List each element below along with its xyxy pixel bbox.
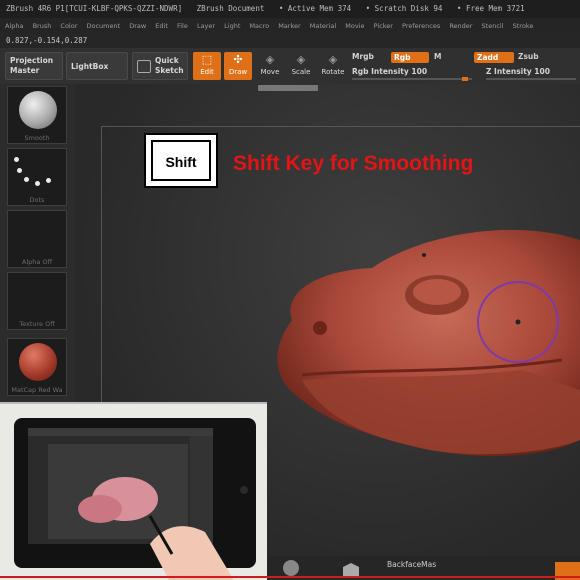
matcap-icon — [19, 343, 57, 381]
toolbar: Projection Master LightBox Quick Sketch … — [0, 48, 580, 84]
tablet-photo — [14, 418, 256, 580]
eyelid — [413, 279, 461, 305]
menu-brush[interactable]: Brush — [33, 22, 52, 30]
tablet-screen-toolbar — [28, 428, 213, 436]
draw-button[interactable]: ✣ Draw — [224, 52, 252, 80]
rotate-icon: ◈ — [328, 53, 338, 66]
scale-icon: ◈ — [296, 53, 306, 66]
menu-file[interactable]: File — [177, 22, 188, 30]
left-tray: Smooth Dots Alpha Off Texture Off MatCap… — [0, 84, 75, 404]
menu-material[interactable]: Material — [310, 22, 336, 30]
material-caption: MatCap Red Wa — [11, 386, 63, 394]
move-icon: ◈ — [265, 53, 275, 66]
quick-sketch-button[interactable]: Quick Sketch — [132, 52, 188, 80]
rgb-intensity-knob[interactable] — [462, 77, 468, 81]
quick-label-2: Sketch — [155, 66, 184, 75]
menu-light[interactable]: Light — [224, 22, 240, 30]
projection-master-button[interactable]: Projection Master — [5, 52, 63, 80]
progress-line — [0, 576, 580, 578]
brush-cursor-center — [515, 319, 521, 325]
menu-preferences[interactable]: Preferences — [402, 22, 440, 30]
scroll-handle[interactable] — [258, 85, 318, 91]
projection-label-1: Projection — [10, 56, 54, 65]
shift-key-graphic: Shift — [144, 133, 218, 188]
menu-movie[interactable]: Movie — [345, 22, 364, 30]
menu-picker[interactable]: Picker — [374, 22, 393, 30]
shift-caption: Shift Key for Smoothing — [233, 152, 474, 175]
zsub-toggle[interactable]: Zsub — [518, 52, 539, 61]
scratch-disk: • Scratch Disk 94 — [365, 4, 443, 13]
texture-thumbnail[interactable]: Texture Off — [7, 272, 67, 330]
zadd-toggle[interactable]: Zadd — [474, 52, 514, 63]
rotate-button[interactable]: ◈ Rotate — [319, 52, 347, 80]
shift-key-inner: Shift — [151, 140, 211, 181]
backface-mask-button[interactable]: BackfaceMas — [387, 560, 436, 569]
projection-label-2: Master — [10, 66, 40, 75]
draw-icon: ✣ — [233, 53, 243, 66]
edit-button[interactable]: ⬚ Edit — [193, 52, 221, 80]
sketch-icon — [137, 60, 151, 73]
move-label: Move — [260, 68, 280, 76]
free-mem: • Free Mem 3721 — [456, 4, 525, 13]
active-mem: • Active Mem 374 — [278, 4, 352, 13]
move-button[interactable]: ◈ Move — [256, 52, 284, 80]
brush-thumbnail[interactable]: Smooth — [7, 86, 67, 144]
menu-bar: Alpha Brush Color Document Draw Edit Fil… — [0, 18, 580, 34]
menu-stroke[interactable]: Stroke — [513, 22, 534, 30]
texture-caption: Texture Off — [19, 320, 55, 328]
m-toggle[interactable]: M — [434, 52, 441, 61]
quick-label-1: Quick — [155, 56, 179, 65]
stroke-thumbnail[interactable]: Dots — [7, 148, 67, 206]
sculpt-model[interactable] — [262, 200, 580, 460]
tablet-model-snout — [78, 495, 122, 523]
edit-icon: ⬚ — [201, 53, 213, 66]
menu-edit[interactable]: Edit — [155, 22, 168, 30]
document-title: ZBrush Document — [196, 4, 265, 13]
rgb-toggle[interactable]: Rgb — [391, 52, 429, 63]
menu-alpha[interactable]: Alpha — [5, 22, 23, 30]
nostril — [313, 321, 327, 335]
coordinate-readout: 0.827,-0.154,0.287 — [0, 34, 580, 48]
menu-color[interactable]: Color — [60, 22, 77, 30]
scale-label: Scale — [291, 68, 311, 76]
menu-stencil[interactable]: Stencil — [482, 22, 504, 30]
menu-draw[interactable]: Draw — [129, 22, 146, 30]
brush-marker-dot — [422, 253, 426, 257]
alpha-thumbnail[interactable]: Alpha Off — [7, 210, 67, 268]
menu-document[interactable]: Document — [86, 22, 120, 30]
menu-marker[interactable]: Marker — [278, 22, 300, 30]
video-inset — [0, 402, 267, 580]
dot-icon — [35, 181, 40, 186]
dot-icon — [46, 178, 51, 183]
sphere-icon[interactable] — [281, 558, 301, 578]
dot-icon — [14, 157, 19, 162]
scale-button[interactable]: ◈ Scale — [287, 52, 315, 80]
alpha-caption: Alpha Off — [21, 258, 53, 266]
tablet-button — [240, 486, 248, 494]
mrgb-toggle[interactable]: Mrgb — [352, 52, 374, 61]
shift-key-label: Shift — [165, 154, 197, 170]
app-title: ZBrush 4R6 P1[TCUI-KLBF-QPKS-QZZI-NDWR] — [6, 4, 183, 13]
rgb-intensity-track[interactable] — [352, 77, 472, 81]
lower-jaw — [302, 370, 580, 455]
menu-layer[interactable]: Layer — [197, 22, 215, 30]
menu-macro[interactable]: Macro — [249, 22, 269, 30]
rgb-intensity-slider[interactable]: Rgb Intensity 100 — [352, 67, 427, 76]
dot-icon — [17, 168, 22, 173]
material-thumbnail[interactable]: MatCap Red Wa — [7, 338, 67, 396]
stroke-caption: Dots — [29, 196, 45, 204]
z-intensity-track[interactable] — [486, 78, 576, 80]
smooth-brush-icon — [19, 91, 57, 129]
edit-label: Edit — [200, 68, 214, 76]
dot-icon — [24, 177, 29, 182]
brush-caption: Smooth — [24, 134, 50, 142]
z-intensity-slider[interactable]: Z Intensity 100 — [486, 67, 550, 76]
draw-label: Draw — [228, 68, 248, 76]
lightbox-button[interactable]: LightBox — [66, 52, 128, 80]
rotate-label: Rotate — [321, 68, 345, 76]
menu-render[interactable]: Render — [449, 22, 472, 30]
title-bar: ZBrush 4R6 P1[TCUI-KLBF-QPKS-QZZI-NDWR] … — [0, 0, 580, 18]
